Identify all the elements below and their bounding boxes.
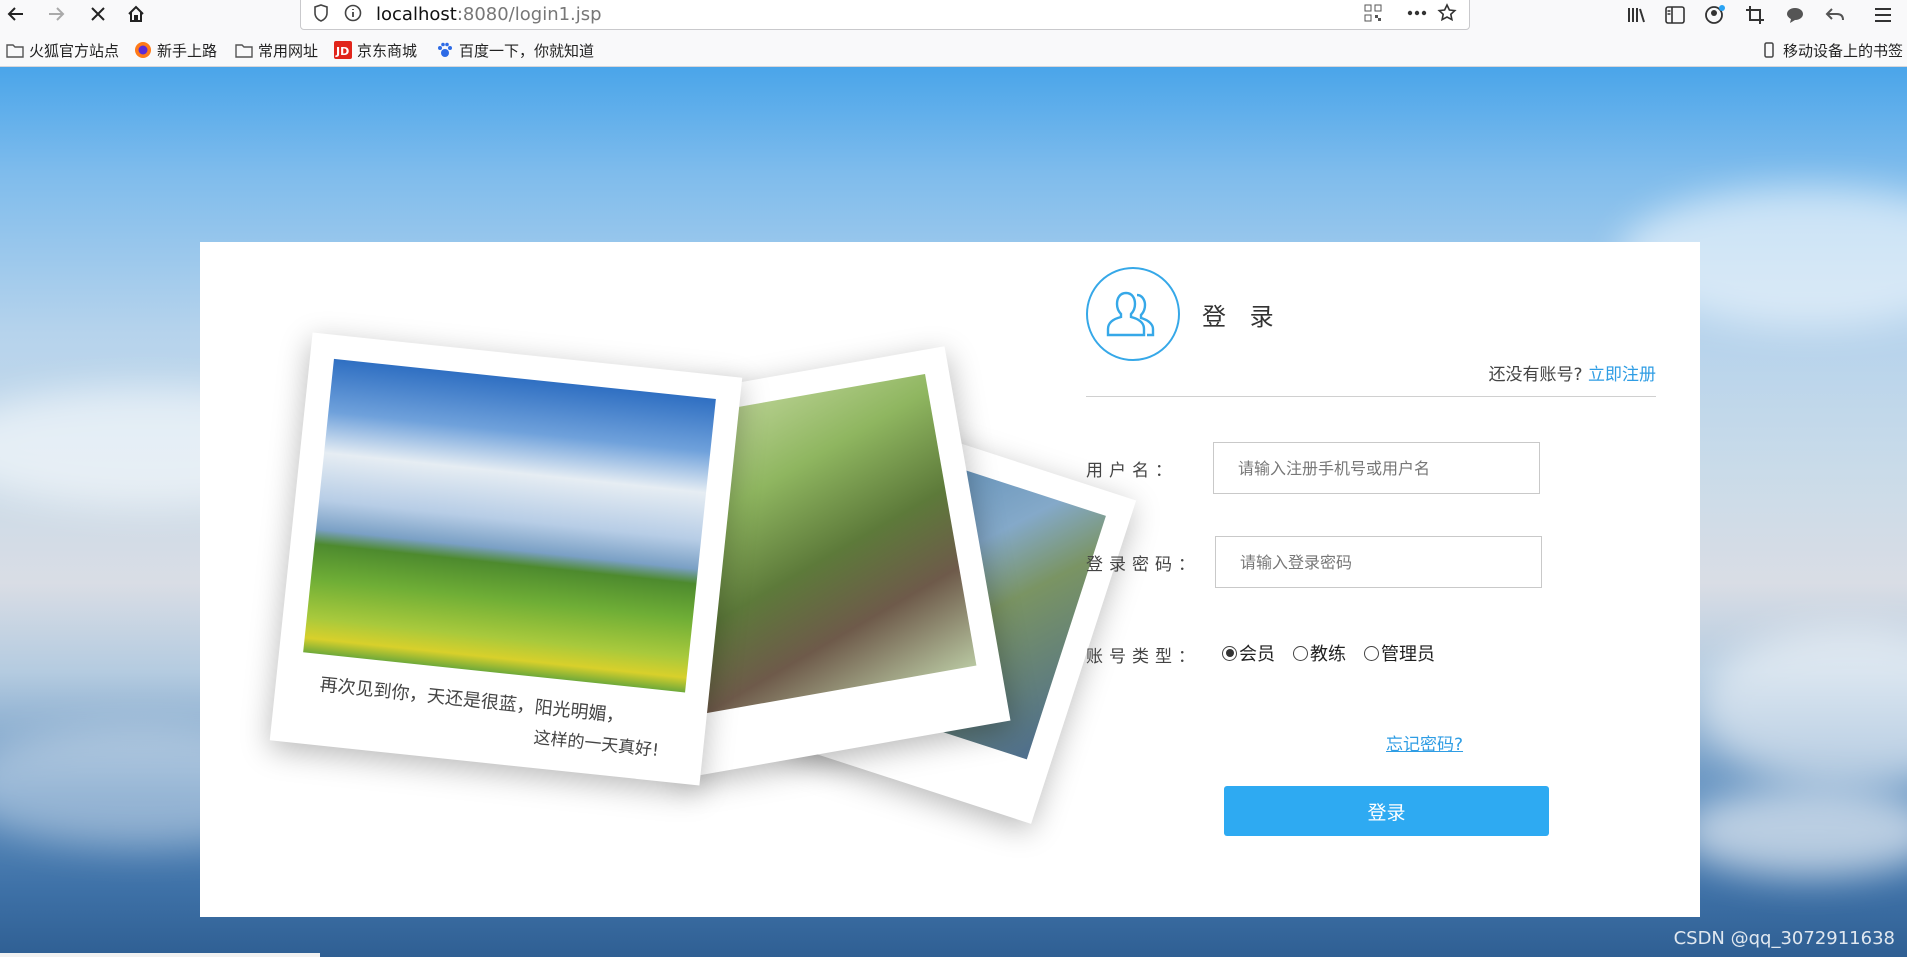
username-label: 用户名： [1086,461,1178,481]
radio-label: 管理员 [1381,644,1435,665]
radio-coach[interactable]: 教练 [1293,640,1346,666]
more-actions-icon[interactable] [1405,1,1429,25]
jd-icon: JD [334,41,352,59]
radio-dot[interactable] [1364,645,1379,661]
folder-icon [235,41,253,59]
radio-label: 教练 [1310,644,1346,665]
bookmarks-bar: 火狐官方站点 新手上路 常用网址 JD 京东商城 百度一下，你就知道 移动设备上… [0,32,1907,67]
home-button[interactable] [120,0,152,28]
forward-button[interactable] [40,0,72,28]
sidebar-icon[interactable] [1662,2,1688,28]
login-title: 登 录 [1202,303,1282,331]
baidu-paw-icon [436,41,454,59]
mobile-device-icon [1760,41,1778,59]
svg-text:JD: JD [335,45,349,58]
folder-icon [6,41,24,59]
radio-admin[interactable]: 管理员 [1364,640,1435,666]
url-host: localhost [376,4,457,25]
csdn-watermark: CSDN @qq_3072911638 [1673,928,1895,949]
bookmark-common-sites[interactable]: 常用网址 [235,39,318,61]
bookmark-baidu[interactable]: 百度一下，你就知道 [436,39,594,61]
browser-toolbar: localhost:8080/login1.jsp [0,0,1907,32]
radio-member[interactable]: 会员 [1222,640,1275,666]
login-card: 再次见到你，天还是很蓝，阳光明媚， 这样的一天真好! 登 录 还没有账号? 立即… [200,242,1700,917]
forgot-password-link[interactable]: 忘记密码? [1386,730,1463,755]
photo-landscape: 再次见到你，天还是很蓝，阳光明媚， 这样的一天真好! [269,332,743,786]
radio-label: 会员 [1239,644,1275,665]
account-type-radios: 会员 教练 管理员 [1222,640,1435,666]
bookmark-label: 常用网址 [258,41,319,60]
back-arrow-icon [7,7,23,21]
url-bar[interactable]: localhost:8080/login1.jsp [300,0,1470,30]
login-button[interactable]: 登录 [1224,786,1549,836]
close-icon [91,7,105,21]
bookmark-label: 新手上路 [157,41,218,60]
no-account-text: 还没有账号? [1488,365,1583,385]
star-bookmark-icon[interactable] [1435,1,1459,25]
password-input[interactable] [1215,536,1542,588]
url-text[interactable]: localhost:8080/login1.jsp [376,4,602,25]
bookmark-label: 移动设备上的书签 [1783,41,1904,60]
shield-icon[interactable] [309,1,333,25]
users-avatar-icon [1086,267,1180,361]
qr-code-icon[interactable] [1361,1,1385,25]
forward-arrow-icon [49,7,65,21]
bookmark-jd[interactable]: JD 京东商城 [334,39,417,61]
firefox-icon [134,41,152,59]
register-link[interactable]: 立即注册 [1588,365,1656,385]
info-icon[interactable] [341,1,365,25]
users-icon [1106,291,1155,337]
library-icon[interactable] [1624,2,1650,28]
password-label: 登录密码： [1086,555,1201,575]
bookmark-label: 京东商城 [357,41,418,60]
stop-button[interactable] [82,0,114,28]
register-prompt: 还没有账号? 立即注册 [1489,360,1656,385]
radio-dot[interactable] [1293,645,1308,661]
bookmark-label: 百度一下，你就知道 [459,41,595,60]
bookmark-firefox-official[interactable]: 火狐官方站点 [6,39,119,61]
radio-dot[interactable] [1222,645,1237,661]
horizontal-scrollbar[interactable] [0,953,320,957]
countryside-landscape-image [303,358,716,693]
menu-hamburger-icon[interactable] [1870,2,1896,28]
undo-arrow-icon[interactable] [1822,2,1848,28]
chat-bubble-icon[interactable] [1782,2,1808,28]
account-icon[interactable] [1702,2,1728,28]
bookmark-label: 火狐官方站点 [29,41,120,60]
bookmark-mobile[interactable]: 移动设备上的书签 [1760,39,1903,61]
home-icon [128,5,144,22]
back-button[interactable] [0,0,32,28]
bookmark-getting-started[interactable]: 新手上路 [134,39,217,61]
account-type-label: 账号类型： [1086,647,1201,667]
url-path: :8080/login1.jsp [456,4,602,25]
header-divider [1086,396,1656,397]
screenshot-crop-icon[interactable] [1742,2,1768,28]
username-input[interactable] [1213,442,1540,494]
